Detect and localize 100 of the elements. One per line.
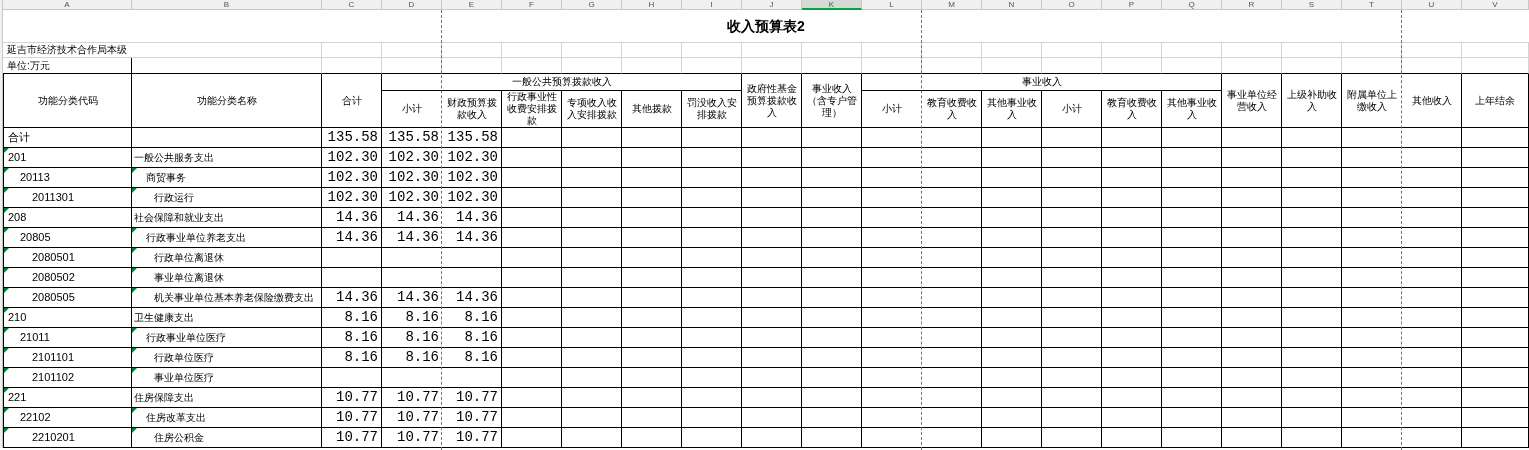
value-cell-text: 14.36 <box>397 228 439 247</box>
grid-cell <box>922 148 982 168</box>
grid-cell <box>682 388 742 408</box>
value-cell-text: 102.30 <box>447 148 498 167</box>
grid-cell <box>1282 188 1342 208</box>
grid-cell <box>1462 408 1529 428</box>
grid-cell <box>562 388 622 408</box>
grid-cell <box>1222 58 1282 74</box>
row-code: 2101101 <box>32 350 74 366</box>
row-name: 行政事业单位医疗 <box>146 331 226 345</box>
grid-cell <box>382 43 442 58</box>
grid-cell <box>1102 208 1162 228</box>
value-cell-text: 8.16 <box>464 308 498 327</box>
column-letter-header[interactable]: T <box>1342 0 1402 10</box>
grid-cell <box>1102 408 1162 428</box>
column-letter-header[interactable]: N <box>982 0 1042 10</box>
grid-cell <box>682 248 742 268</box>
grid-cell <box>1462 348 1529 368</box>
value-cell-text: 14.36 <box>456 208 498 227</box>
column-letter-header[interactable]: B <box>132 0 322 10</box>
column-letter-header[interactable]: I <box>682 0 742 10</box>
grid-cell <box>562 428 622 448</box>
column-letter-header[interactable]: L <box>862 0 922 10</box>
column-letter-header[interactable]: F <box>502 0 562 10</box>
column-header: 小计 <box>862 91 922 128</box>
grid-cell <box>922 208 982 228</box>
grid-cell <box>1282 388 1342 408</box>
grid-cell <box>1222 308 1282 328</box>
column-letter-header[interactable]: U <box>1402 0 1462 10</box>
column-letter-header[interactable]: D <box>382 0 442 10</box>
value-cell-text: 8.16 <box>405 308 439 327</box>
row-name: 住房保障支出 <box>134 391 194 405</box>
value-cell-text: 14.36 <box>397 288 439 307</box>
grid-cell <box>802 188 862 208</box>
grid-cell <box>1282 168 1342 188</box>
organization-name: 延吉市经济技术合作局本级 <box>3 43 322 58</box>
grid-cell <box>1402 288 1462 308</box>
column-header: 行政事业性收费安排拨款 <box>502 91 562 128</box>
row-code: 21011 <box>20 330 50 346</box>
grid-cell <box>622 408 682 428</box>
grid-cell <box>682 328 742 348</box>
grid-cell <box>1162 168 1222 188</box>
grid-cell <box>1402 168 1462 188</box>
row-name: 住房改革支出 <box>146 411 206 425</box>
column-letter-header[interactable]: O <box>1042 0 1102 10</box>
grid-cell <box>1282 248 1342 268</box>
grid-cell <box>1282 128 1342 148</box>
value-cell-text: 135.58 <box>447 128 498 147</box>
grid-cell <box>1102 308 1162 328</box>
column-letter-header[interactable]: J <box>742 0 802 10</box>
grid-cell <box>322 58 382 74</box>
grid-cell <box>1162 328 1222 348</box>
column-letter-header[interactable]: K <box>802 0 862 10</box>
value-cell-text: 8.16 <box>344 348 378 367</box>
grid-cell <box>1222 368 1282 388</box>
grid-cell <box>1462 388 1529 408</box>
grid-cell <box>1402 128 1462 148</box>
column-letter-header[interactable]: C <box>322 0 382 10</box>
grid-cell <box>1102 368 1162 388</box>
column-letter-header[interactable]: P <box>1102 0 1162 10</box>
grid-cell <box>1102 388 1162 408</box>
grid-cell <box>1462 288 1529 308</box>
grid-cell <box>1402 328 1462 348</box>
grid-cell <box>1402 188 1462 208</box>
column-letter-header[interactable]: R <box>1222 0 1282 10</box>
grid-cell <box>1462 328 1529 348</box>
column-letter-header[interactable]: M <box>922 0 982 10</box>
grid-cell <box>1222 128 1282 148</box>
grid-cell <box>1102 188 1162 208</box>
row-code: 221 <box>8 390 27 406</box>
grid-cell <box>742 268 802 288</box>
row-name: 机关事业单位基本养老保险缴费支出 <box>154 291 314 305</box>
grid-cell <box>1462 188 1529 208</box>
grid-cell <box>802 348 862 368</box>
grid-cell <box>802 308 862 328</box>
grid-cell <box>502 268 562 288</box>
grid-cell <box>922 168 982 188</box>
grid-cell <box>802 268 862 288</box>
grid-cell <box>1162 148 1222 168</box>
grid-cell <box>1042 328 1102 348</box>
value-cell-text: 102.30 <box>447 168 498 187</box>
grid-cell <box>742 368 802 388</box>
grid-cell <box>802 148 862 168</box>
grid-cell <box>1402 268 1462 288</box>
column-letter-header[interactable]: Q <box>1162 0 1222 10</box>
row-name: 行政运行 <box>154 191 194 205</box>
column-letter-header[interactable]: S <box>1282 0 1342 10</box>
column-letter-header[interactable]: A <box>3 0 132 10</box>
column-letter-header[interactable]: E <box>442 0 502 10</box>
grid-cell <box>922 248 982 268</box>
row-code: 2011301 <box>32 190 74 206</box>
column-letter-header[interactable]: G <box>562 0 622 10</box>
column-header: 其他收入 <box>1402 74 1462 128</box>
grid-cell <box>742 58 802 74</box>
row-name: 住房公积金 <box>154 431 204 445</box>
grid-cell <box>982 368 1042 388</box>
grid-cell <box>982 148 1042 168</box>
column-letter-header[interactable]: H <box>622 0 682 10</box>
row-name: 事业单位医疗 <box>154 371 214 385</box>
column-letter-header[interactable]: V <box>1462 0 1529 10</box>
